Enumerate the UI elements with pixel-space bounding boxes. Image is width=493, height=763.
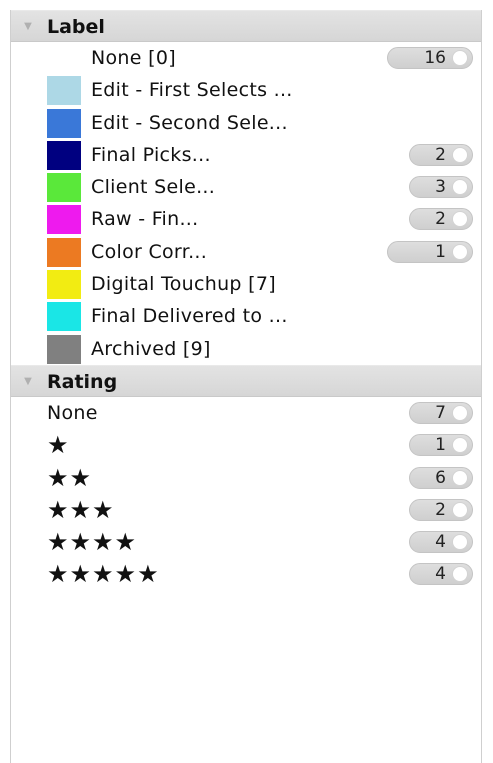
count-badge: 3 xyxy=(409,176,473,199)
count-badge: 1 xyxy=(409,434,473,457)
label-row-none[interactable]: None [0] 16 xyxy=(11,42,481,74)
star-icons: ★ xyxy=(47,431,70,460)
label-section-title: Label xyxy=(47,16,105,38)
label-row-final-delivered[interactable]: Final Delivered to ... xyxy=(11,300,481,332)
disclosure-triangle-icon[interactable]: ▼ xyxy=(20,366,36,398)
count-badge: 1 xyxy=(387,240,473,263)
color-swatch xyxy=(47,270,81,300)
label-item-text: Color Corr... xyxy=(91,240,208,263)
count-badge: 2 xyxy=(409,208,473,231)
rating-section-header[interactable]: ▼ Rating xyxy=(11,364,481,398)
label-row-client-selects[interactable]: Client Sele... 3 xyxy=(11,171,481,203)
label-item-text: Final Delivered to ... xyxy=(91,305,288,328)
label-row-final-picks[interactable]: Final Picks... 2 xyxy=(11,139,481,171)
color-swatch xyxy=(47,237,81,267)
label-item-text: None [0] xyxy=(91,47,176,69)
label-item-text: Edit - Second Sele... xyxy=(91,111,288,134)
label-row-raw-final[interactable]: Raw - Fin... 2 xyxy=(11,203,481,235)
star-icons: ★★★★★ xyxy=(47,560,160,589)
count-badge: 4 xyxy=(409,531,473,554)
color-swatch xyxy=(47,76,81,106)
filter-panel: ▼ Label None [0] 16 Edit - First Selects… xyxy=(10,10,482,763)
star-icons: ★★★★ xyxy=(47,528,138,557)
rating-row-2-stars[interactable]: ★★ 6 xyxy=(11,462,481,494)
label-section-header[interactable]: ▼ Label xyxy=(11,10,481,42)
color-swatch xyxy=(47,205,81,235)
label-item-text: Digital Touchup [7] xyxy=(91,273,276,296)
rating-row-none[interactable]: None 7 xyxy=(11,397,481,429)
label-item-text: Raw - Fin... xyxy=(91,208,199,231)
rating-row-4-stars[interactable]: ★★★★ 4 xyxy=(11,526,481,558)
star-icons: ★★ xyxy=(47,463,93,492)
rating-row-3-stars[interactable]: ★★★ 2 xyxy=(11,494,481,526)
label-row-digital-touchup[interactable]: Digital Touchup [7] xyxy=(11,268,481,300)
count-badge: 6 xyxy=(409,466,473,489)
color-swatch xyxy=(47,140,81,170)
label-item-text: Final Picks... xyxy=(91,143,211,166)
label-row-edit-first-selects[interactable]: Edit - First Selects ... xyxy=(11,74,481,106)
label-row-edit-second-selects[interactable]: Edit - Second Sele... xyxy=(11,107,481,139)
count-badge: 2 xyxy=(409,143,473,166)
count-badge: 2 xyxy=(409,498,473,521)
star-icons: ★★★ xyxy=(47,495,115,524)
label-item-text: Archived [9] xyxy=(91,337,211,360)
disclosure-triangle-icon[interactable]: ▼ xyxy=(20,11,36,43)
label-row-archived[interactable]: Archived [9] xyxy=(11,333,481,365)
rating-row-5-stars[interactable]: ★★★★★ 4 xyxy=(11,558,481,590)
count-badge: 16 xyxy=(387,47,473,69)
label-item-text: Client Sele... xyxy=(91,176,216,199)
rating-item-text: None xyxy=(47,401,98,424)
color-swatch xyxy=(47,173,81,203)
color-swatch xyxy=(47,302,81,332)
count-badge: 7 xyxy=(409,401,473,424)
label-row-color-correction[interactable]: Color Corr... 1 xyxy=(11,236,481,268)
label-item-text: Edit - First Selects ... xyxy=(91,79,293,102)
rating-row-1-star[interactable]: ★ 1 xyxy=(11,429,481,461)
count-badge: 4 xyxy=(409,563,473,586)
rating-section-title: Rating xyxy=(47,370,118,393)
color-swatch xyxy=(47,334,81,364)
color-swatch xyxy=(47,108,81,138)
